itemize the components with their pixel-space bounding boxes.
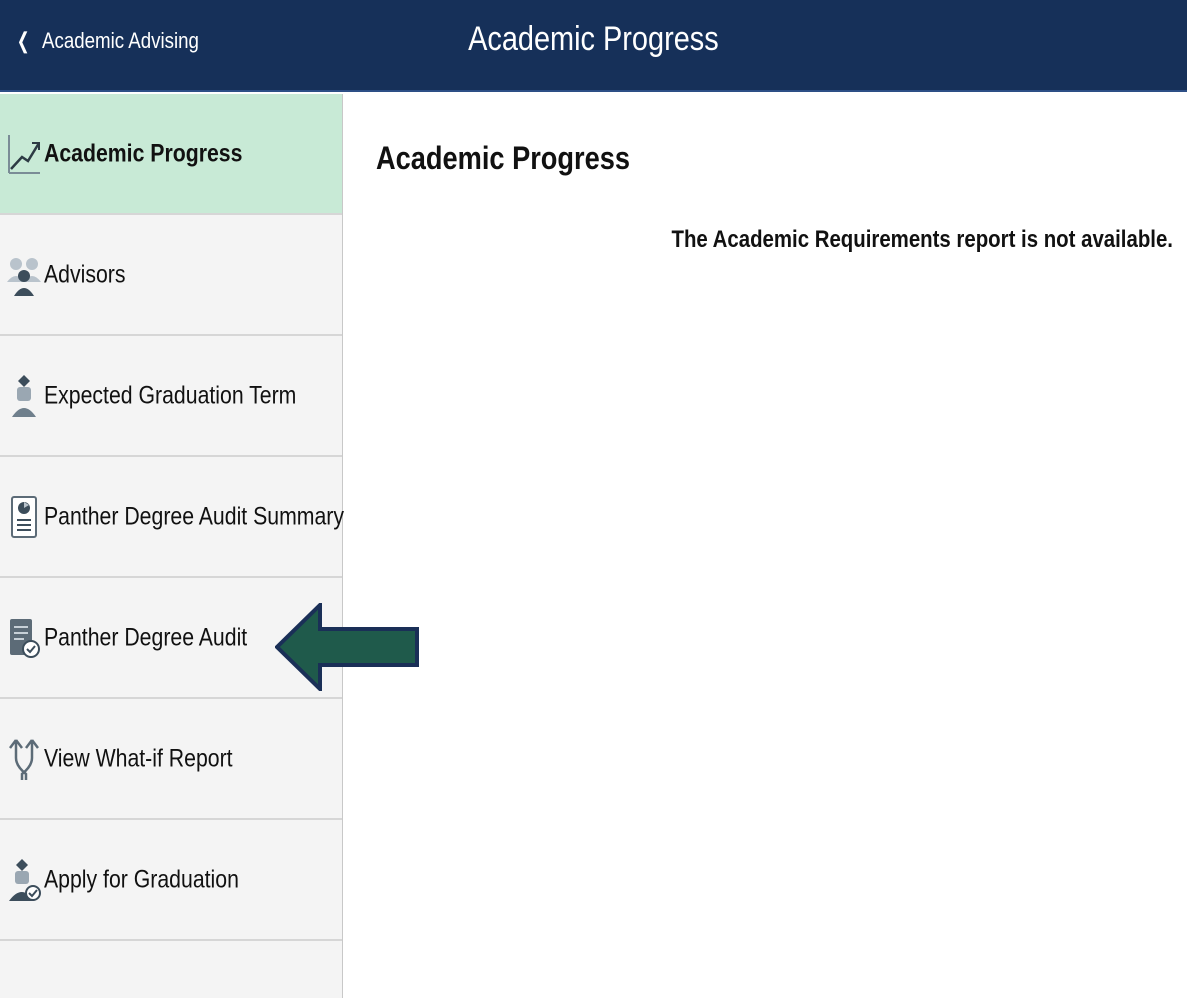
people-icon	[6, 252, 42, 298]
sidebar-item-apply-for-graduation[interactable]: Apply for Graduation	[0, 820, 342, 941]
document-summary-icon	[6, 494, 42, 540]
sidebar-item-label: Panther Degree Audit Summary	[44, 502, 345, 530]
sidebar: Academic Progress Advisors Expected Grad…	[0, 94, 345, 998]
sidebar-item-label: Panther Degree Audit	[44, 623, 248, 651]
sidebar-item-academic-progress[interactable]: Academic Progress	[0, 94, 342, 215]
sidebar-item-label: Academic Progress	[44, 139, 243, 167]
sidebar-item-expected-graduation-term[interactable]: Expected Graduation Term	[0, 336, 342, 457]
app-header: ❮ Academic Advising Academic Progress	[0, 0, 1187, 92]
graduate-icon	[6, 373, 42, 419]
report-unavailable-message: The Academic Requirements report is not …	[671, 226, 1173, 253]
line-chart-icon	[6, 131, 42, 177]
sidebar-item-advisors[interactable]: Advisors	[0, 215, 342, 336]
sidebar-item-label: Expected Graduation Term	[44, 381, 297, 409]
page-title: Academic Progress	[376, 140, 630, 176]
sidebar-item-label: Advisors	[44, 260, 126, 288]
sidebar-item-label: Apply for Graduation	[44, 865, 239, 893]
sidebar-item-panther-degree-audit-summary[interactable]: Panther Degree Audit Summary	[0, 457, 345, 578]
graduate-check-icon	[6, 857, 42, 903]
sidebar-item-view-what-if-report[interactable]: View What-if Report	[0, 699, 342, 820]
annotation-arrow-icon	[275, 603, 419, 691]
split-arrows-icon	[6, 736, 42, 782]
document-check-icon	[6, 615, 42, 661]
sidebar-item-label: View What-if Report	[44, 744, 233, 772]
page-header-title: Academic Progress	[468, 20, 719, 58]
